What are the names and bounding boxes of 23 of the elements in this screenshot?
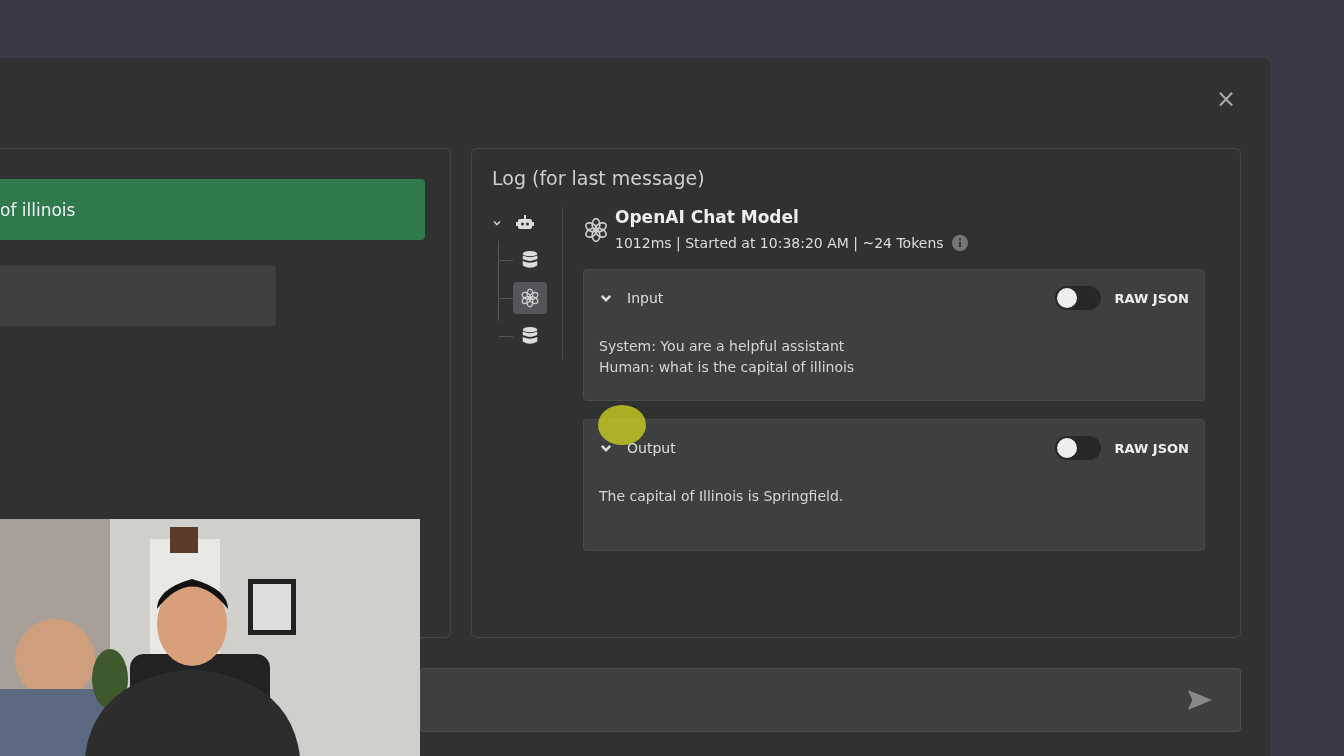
rosette-icon (583, 217, 609, 243)
send-icon[interactable] (1186, 689, 1214, 711)
log-text: Human: what is the capital of illinois (599, 358, 856, 377)
toggle-label: RAW JSON (1114, 440, 1189, 456)
log-text: The capital of Illinois is Springfield. (599, 487, 845, 506)
section-label: Output (627, 440, 677, 456)
toggle-switch[interactable] (1054, 286, 1101, 310)
run-details: 1012ms | Started at 10:38:20 AM | ~24 Tokens (615, 235, 944, 251)
info-icon[interactable] (951, 235, 968, 251)
toggle-label: RAW JSON (1114, 290, 1189, 306)
run-title: OpenAI Chat Model (615, 207, 800, 227)
database-icon (520, 326, 540, 346)
message-input[interactable] (420, 668, 1241, 732)
user-message: of illinois (0, 179, 425, 240)
tree-node[interactable] (513, 282, 547, 314)
database-icon (520, 250, 540, 270)
toggle-switch[interactable] (1054, 436, 1101, 460)
log-text: System: You are a helpful assistant (599, 337, 846, 356)
close-button[interactable]: × (1211, 86, 1240, 112)
chevron-icon[interactable] (492, 218, 502, 228)
section-label: Input (627, 290, 665, 306)
log-title: Log (for last message) (492, 167, 706, 189)
rosette-icon (520, 288, 540, 308)
